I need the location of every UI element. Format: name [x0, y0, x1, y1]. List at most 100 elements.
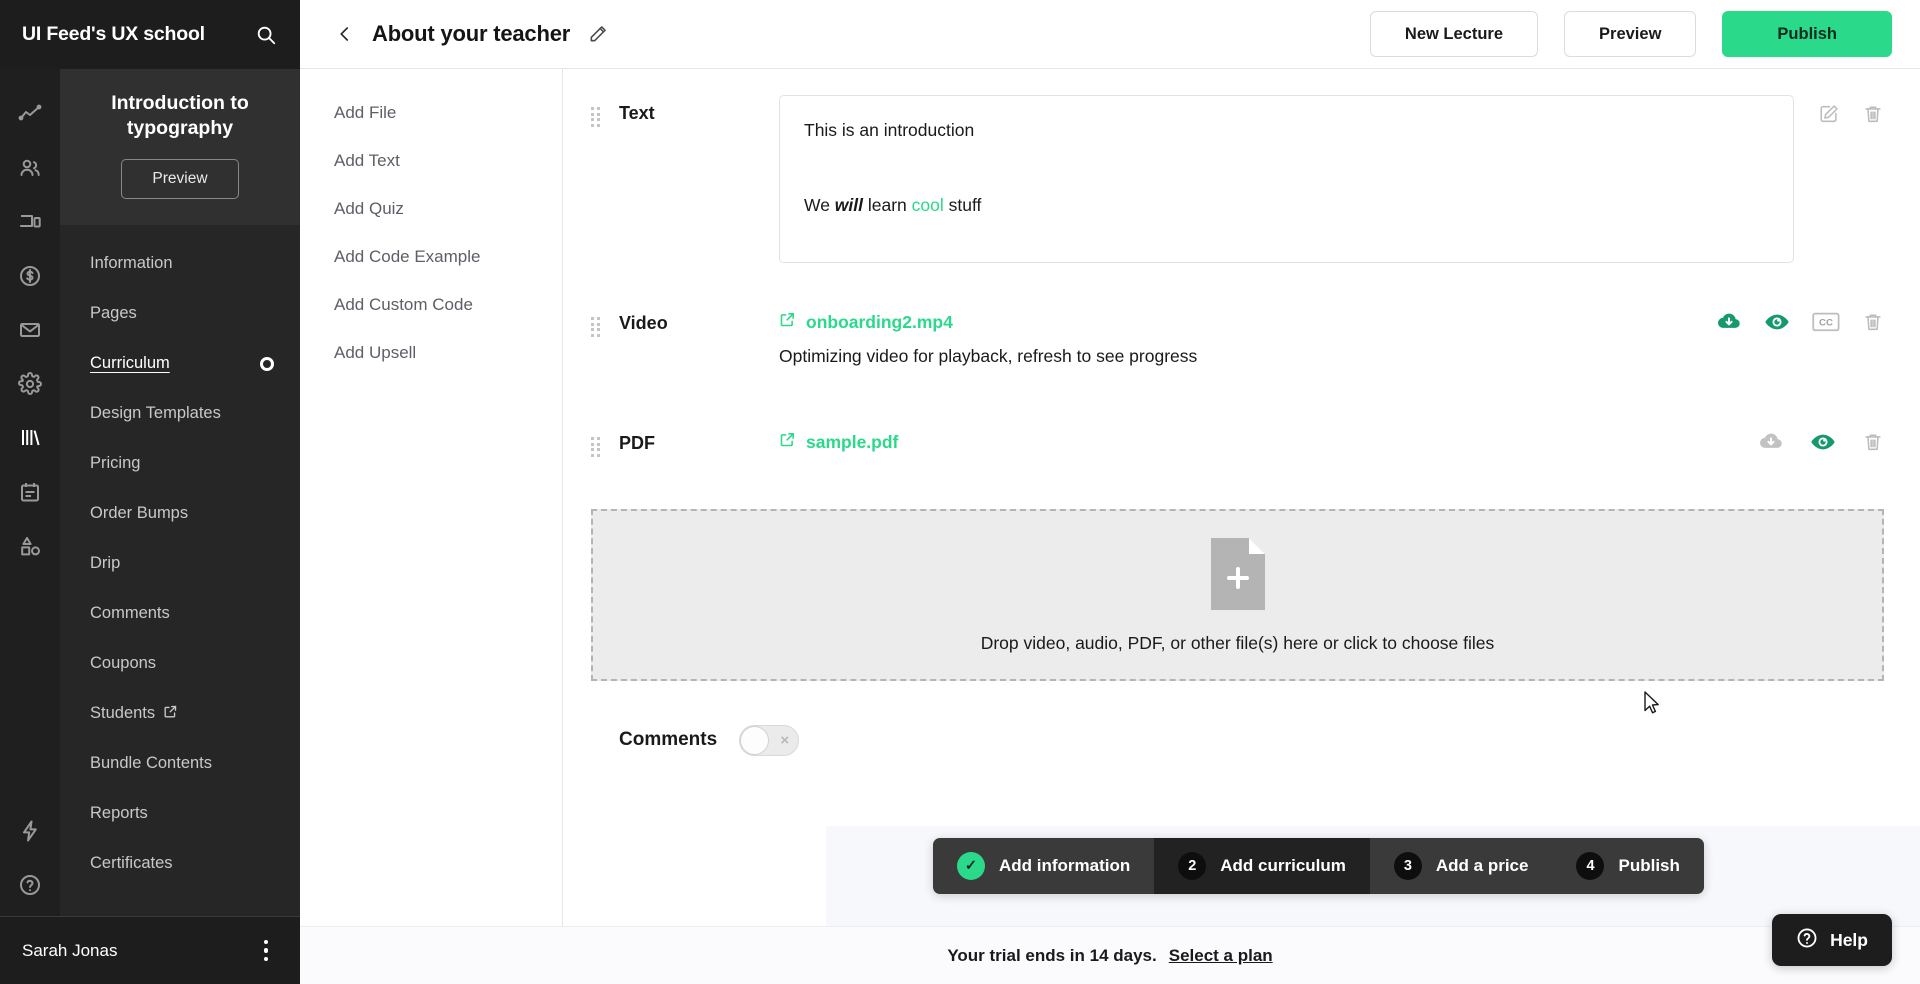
- step-label: Add information: [999, 856, 1131, 875]
- brand-bar: UI Feed's UX school: [0, 0, 300, 69]
- sidebar-item-label: Information: [90, 254, 173, 273]
- trash-icon[interactable]: [1862, 311, 1884, 333]
- trash-icon[interactable]: [1862, 431, 1884, 453]
- add-custom-code-button[interactable]: Add Custom Code: [300, 281, 562, 329]
- sidebar-item-pages[interactable]: Pages: [60, 289, 300, 339]
- mail-icon[interactable]: [0, 303, 60, 357]
- pencil-icon[interactable]: [588, 24, 608, 44]
- file-dropzone[interactable]: Drop video, audio, PDF, or other file(s)…: [591, 508, 1884, 681]
- course-setup-stepper: ✓ Add information 2 Add curriculum 3 Add…: [933, 838, 1704, 894]
- gear-icon[interactable]: [0, 357, 60, 411]
- sidebar-item-pricing[interactable]: Pricing: [60, 439, 300, 489]
- course-preview-button[interactable]: Preview: [121, 158, 239, 199]
- chevron-left-icon[interactable]: [332, 21, 358, 47]
- add-quiz-button[interactable]: Add Quiz: [300, 185, 562, 233]
- help-button-label: Help: [1830, 929, 1868, 950]
- select-a-plan-link[interactable]: Select a plan: [1169, 946, 1273, 966]
- video-block-row: Video onboarding2.mp4 Optimizing video f…: [563, 263, 1920, 367]
- add-file-button[interactable]: Add File: [300, 89, 562, 137]
- sidebar-item-information[interactable]: Information: [60, 239, 300, 289]
- edit-icon[interactable]: [1818, 103, 1840, 125]
- help-circle-icon[interactable]: [0, 858, 60, 912]
- course-sub-navigation: Introduction to typography Preview Infor…: [60, 69, 300, 916]
- video-block-body: onboarding2.mp4 Optimizing video for pla…: [779, 305, 1692, 367]
- sidebar-item-design-templates[interactable]: Design Templates: [60, 389, 300, 439]
- text-block-actions: [1818, 95, 1884, 125]
- left-navigation: UI Feed's UX school Introduction to typo…: [0, 0, 300, 984]
- sidebar-item-curriculum[interactable]: Curriculum: [60, 339, 300, 389]
- sidebar-item-label: Coupons: [90, 654, 157, 673]
- sidebar-item-comments[interactable]: Comments: [60, 589, 300, 639]
- trial-banner: Your trial ends in 14 days. Select a pla…: [300, 926, 1920, 984]
- comments-setting-row: Comments ×: [591, 681, 1920, 756]
- step-add-curriculum[interactable]: 2 Add curriculum: [1154, 838, 1370, 894]
- sidebar-item-bundle-contents[interactable]: Bundle Contents: [60, 739, 300, 789]
- sidebar-item-label: Bundle Contents: [90, 754, 213, 773]
- dropzone-text: Drop video, audio, PDF, or other file(s)…: [980, 632, 1495, 653]
- pdf-block-body: sample.pdf: [779, 425, 1734, 453]
- people-icon[interactable]: [0, 141, 60, 195]
- text-line2-bold: will: [834, 195, 863, 216]
- closed-caption-icon[interactable]: CC: [1812, 311, 1840, 333]
- drag-handle[interactable]: [591, 425, 619, 457]
- sidebar-item-coupons[interactable]: Coupons: [60, 639, 300, 689]
- add-upsell-button[interactable]: Add Upsell: [300, 329, 562, 377]
- sidebar-item-order-bumps[interactable]: Order Bumps: [60, 489, 300, 539]
- toggle-off-glyph: ×: [780, 731, 790, 749]
- video-file-name: onboarding2.mp4: [806, 311, 953, 332]
- comments-toggle[interactable]: ×: [739, 724, 800, 756]
- add-text-button[interactable]: Add Text: [300, 137, 562, 185]
- lightning-icon[interactable]: [0, 804, 60, 858]
- step-badge-check-icon: ✓: [957, 852, 985, 880]
- sidebar-item-label: Reports: [90, 804, 148, 823]
- trash-icon[interactable]: [1862, 103, 1884, 125]
- pdf-block-row: PDF sample.pdf: [563, 367, 1920, 457]
- sidebar-item-reports[interactable]: Reports: [60, 789, 300, 839]
- brand-title: UI Feed's UX school: [22, 23, 205, 45]
- dollar-circle-icon[interactable]: [0, 249, 60, 303]
- sidebar-item-certificates[interactable]: Certificates: [60, 839, 300, 889]
- cloud-download-icon[interactable]: [1716, 309, 1742, 335]
- external-link-icon: [779, 311, 796, 333]
- text-line-2: We will learn cool stuff: [804, 193, 1769, 218]
- block-type-label: Text: [619, 103, 655, 123]
- devices-icon[interactable]: [0, 195, 60, 249]
- search-icon[interactable]: [254, 23, 278, 47]
- trial-message: Your trial ends in 14 days.: [947, 945, 1157, 965]
- add-content-panel: Add File Add Text Add Quiz Add Code Exam…: [300, 69, 563, 984]
- shapes-icon[interactable]: [0, 519, 60, 573]
- analytics-icon[interactable]: [0, 87, 60, 141]
- eye-icon[interactable]: [1810, 429, 1836, 455]
- sidebar-item-label: Pages: [90, 304, 137, 323]
- user-bar[interactable]: Sarah Jonas: [0, 916, 300, 984]
- drag-handle[interactable]: [591, 95, 619, 127]
- text-block-row: Text This is an introduction We will lea…: [563, 69, 1920, 263]
- pdf-file-link[interactable]: sample.pdf: [779, 431, 898, 453]
- video-file-link[interactable]: onboarding2.mp4: [779, 311, 953, 333]
- step-badge: 2: [1178, 852, 1207, 880]
- more-vertical-icon[interactable]: [258, 934, 275, 968]
- step-publish[interactable]: 4 Publish: [1552, 838, 1703, 894]
- help-button[interactable]: Help: [1772, 914, 1892, 966]
- new-lecture-button[interactable]: New Lecture: [1369, 11, 1539, 57]
- cloud-download-icon[interactable]: [1758, 429, 1784, 455]
- external-link-icon: [163, 704, 178, 724]
- sidebar-item-drip[interactable]: Drip: [60, 539, 300, 589]
- text-line2-prefix: We: [804, 195, 835, 216]
- sidebar-item-label: Comments: [90, 604, 170, 623]
- add-code-example-button[interactable]: Add Code Example: [300, 233, 562, 281]
- books-icon[interactable]: [0, 411, 60, 465]
- drag-handle[interactable]: [591, 305, 619, 337]
- preview-button[interactable]: Preview: [1564, 11, 1697, 57]
- eye-icon[interactable]: [1764, 309, 1790, 335]
- publish-button[interactable]: Publish: [1722, 11, 1892, 57]
- step-add-information[interactable]: ✓ Add information: [933, 838, 1154, 894]
- external-link-icon: [779, 431, 796, 453]
- step-add-a-price[interactable]: 3 Add a price: [1370, 838, 1553, 894]
- sidebar-item-label: Students: [90, 704, 156, 723]
- text-content-card[interactable]: This is an introduction We will learn co…: [779, 95, 1794, 263]
- step-label: Add a price: [1435, 856, 1529, 875]
- sidebar-item-students[interactable]: Students: [60, 689, 300, 739]
- page-title: About your teacher: [372, 21, 571, 46]
- calendar-icon[interactable]: [0, 465, 60, 519]
